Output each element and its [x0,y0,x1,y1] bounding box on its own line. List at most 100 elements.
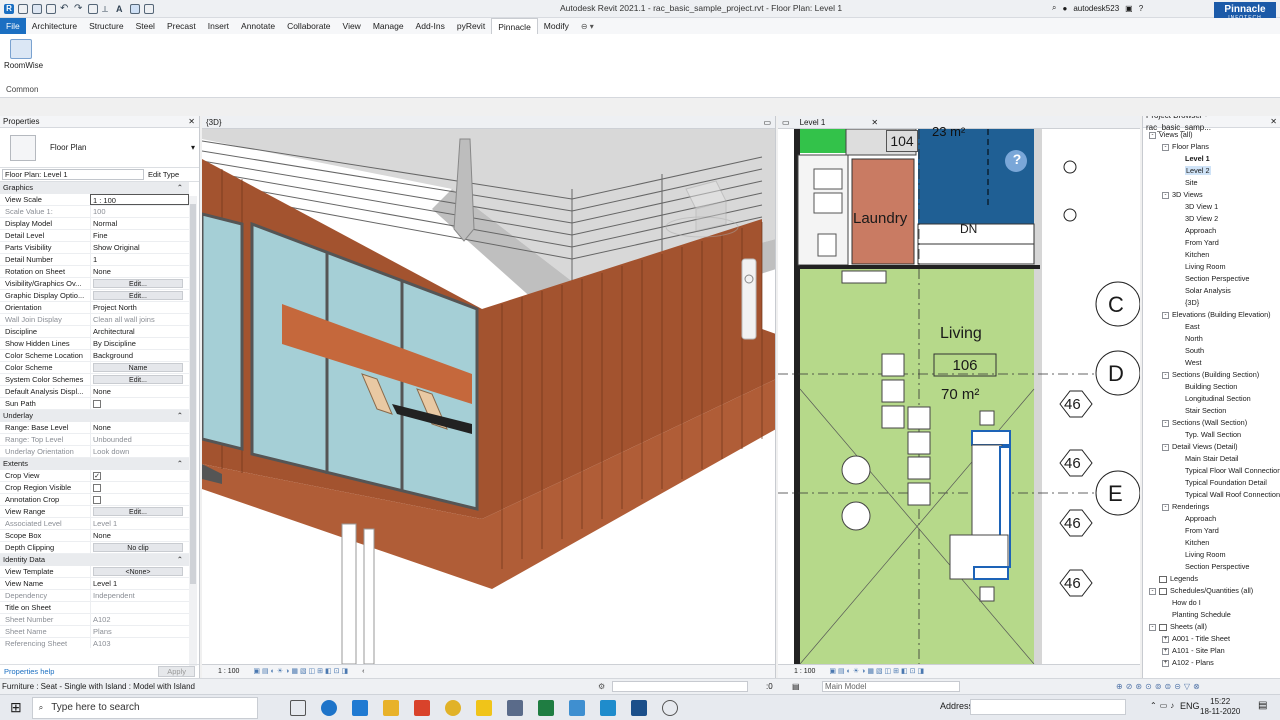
property-value[interactable]: Edit... [90,506,189,517]
workset-dropdown[interactable] [612,681,748,692]
property-value[interactable]: No clip [90,542,189,553]
close-icon[interactable]: ✕ [871,116,878,129]
browser-node[interactable]: Section Perspective [1143,561,1280,573]
collapse-icon[interactable]: - [1162,311,1169,319]
collapse-icon[interactable]: - [1162,371,1169,379]
section-graphics[interactable]: Graphics ⌃ [0,182,189,194]
browser-node[interactable]: Solar Analysis [1143,285,1280,297]
file-explorer-icon[interactable] [382,699,399,716]
scrollbar-thumb[interactable] [190,204,196,584]
tab-precast[interactable]: Precast [161,18,202,34]
property-value[interactable] [90,482,189,493]
apply-button[interactable]: Apply [158,666,195,677]
view-3d[interactable]: {3D} ▭ 1: 100 ▣▤◐☀◑▦▧◫⊞◧⊡◨ ‹ [202,116,776,678]
collapse-icon[interactable]: - [1149,131,1156,139]
collapse-icon[interactable]: - [1149,587,1156,595]
browser-node[interactable]: Level 2 [1143,165,1280,177]
sync-icon[interactable] [46,3,56,14]
section-identity-data[interactable]: Identity Data ⌃ [0,554,189,566]
taskbar-search[interactable]: ⌕ Type here to search [31,696,258,719]
browser-node[interactable]: {3D} [1143,297,1280,309]
design-option-dropdown[interactable]: Main Model [822,681,960,692]
tab-manage[interactable]: Manage [367,18,410,34]
browser-node[interactable]: Kitchen [1143,249,1280,261]
collapse-icon[interactable]: - [1149,623,1156,631]
save-icon[interactable] [32,3,42,14]
collapse-icon[interactable]: - [1162,503,1169,511]
property-value[interactable]: 1 : 100 [90,194,189,205]
collapse-icon[interactable]: - [1162,443,1169,451]
property-value[interactable]: Level 1 [90,578,189,589]
windows-start-icon[interactable]: ⊞ [10,699,22,716]
property-value[interactable]: Edit... [90,278,189,289]
browser-node[interactable]: From Yard [1143,525,1280,537]
collapse-icon[interactable]: ⌃ [177,554,183,566]
tab-modify[interactable]: Modify [538,18,575,34]
property-edit-button[interactable]: <None> [93,567,183,576]
close-icon[interactable]: ✕ [1270,116,1277,128]
scroll-left-icon[interactable]: ‹ [362,668,364,675]
measure-icon[interactable]: ⟂ [102,4,112,14]
design-options-icon[interactable]: ▤ [792,679,800,694]
property-value[interactable]: Edit... [90,374,189,385]
help-bubble[interactable]: ? [1010,151,1024,167]
worksharing-icon[interactable]: ⚙ [598,679,605,694]
collapse-icon[interactable]: - [1162,419,1169,427]
collapse-icon[interactable]: ⌃ [177,410,183,422]
excel-icon[interactable] [537,699,554,716]
browser-node[interactable]: Living Room [1143,549,1280,561]
property-checkbox[interactable] [93,496,101,504]
user-icon[interactable]: ● [1062,4,1067,13]
tab-view[interactable]: View [337,18,367,34]
browser-node[interactable]: West [1143,357,1280,369]
browser-node[interactable]: Kitchen [1143,537,1280,549]
text-icon[interactable]: A [116,4,126,14]
view-control-icons[interactable]: ▣▤◐☀◑▦▧◫⊞◧⊡◨ [829,668,926,675]
property-value[interactable] [90,494,189,505]
skype-icon[interactable] [599,699,616,716]
property-edit-button[interactable]: Edit... [93,279,183,288]
properties-scrollbar[interactable] [189,196,197,666]
browser-node[interactable]: - Sheets (all) [1143,621,1280,633]
property-value[interactable]: Normal [90,218,189,229]
browser-node[interactable]: Stair Section [1143,405,1280,417]
browser-node[interactable]: Approach [1143,513,1280,525]
browser-node[interactable]: - Floor Plans [1143,141,1280,153]
tab-collaborate[interactable]: Collaborate [281,18,336,34]
browser-node[interactable]: - Schedules/Quantities (all) [1143,585,1280,597]
property-value[interactable]: None [90,266,189,277]
address-bar[interactable] [970,699,1126,715]
property-value[interactable]: By Discipline [90,338,189,349]
collapse-icon[interactable]: ⌃ [177,458,183,470]
property-value[interactable]: Name [90,362,189,373]
browser-node[interactable]: + A101 - Site Plan [1143,645,1280,657]
property-value[interactable]: Background [90,350,189,361]
edit-type-button[interactable]: Edit Type [148,170,179,179]
browser-node[interactable]: From Yard [1143,237,1280,249]
property-value[interactable]: None [90,422,189,433]
selection-filter-icons[interactable]: ⊕⊘⊛⊙⊚⊜⊝▽⊗ [1116,679,1203,694]
browser-node[interactable]: - Elevations (Building Elevation) [1143,309,1280,321]
view-collapse-icon[interactable]: ▭ [763,116,771,129]
view-floor-plan[interactable]: ▭ Level 1 ✕ 104 23 m² Laundry DN ? Livin… [778,116,1140,678]
property-value[interactable] [90,602,189,613]
tab-add-ins[interactable]: Add-Ins [410,18,451,34]
browser-node[interactable]: Longitudinal Section [1143,393,1280,405]
open-icon[interactable] [18,3,28,14]
browser-node[interactable]: Legends [1143,573,1280,585]
browser-node[interactable]: South [1143,345,1280,357]
search-icon[interactable]: ⌕ [1052,3,1056,13]
browser-node[interactable]: Typical Floor Wall Connection [1143,465,1280,477]
browser-node[interactable]: 3D View 1 [1143,201,1280,213]
browser-node[interactable]: North [1143,333,1280,345]
thin-lines-icon[interactable] [130,3,140,14]
browser-node[interactable]: - Sections (Wall Section) [1143,417,1280,429]
tab-overflow-icon[interactable]: ⊖ ▾ [581,22,594,31]
browser-node[interactable]: Planting Schedule [1143,609,1280,621]
property-value[interactable]: 1 [90,254,189,265]
roomwise-icon[interactable] [10,39,32,59]
property-checkbox[interactable] [93,484,101,492]
tab-annotate[interactable]: Annotate [235,18,281,34]
close-icon[interactable]: ✕ [188,116,195,128]
revit-taskbar-icon[interactable] [630,699,647,716]
